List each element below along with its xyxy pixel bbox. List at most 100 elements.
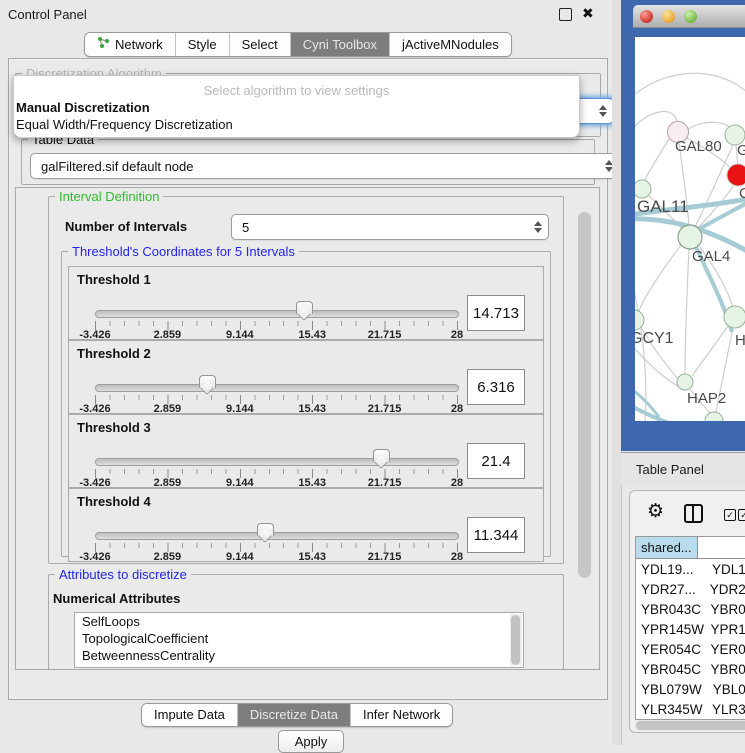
table-panel-title: Table Panel xyxy=(636,462,704,477)
threshold-2-panel: Threshold 2 -3.426 2.859 9.144 xyxy=(68,340,544,414)
tab-infer-network[interactable]: Infer Network xyxy=(350,704,452,726)
table-row[interactable]: YDR27...YDR2... xyxy=(636,579,745,599)
table-row[interactable]: YBL079WYBL0... xyxy=(636,679,745,699)
attributes-list[interactable]: SelfLoops TopologicalCoefficient Between… xyxy=(74,612,524,668)
horizontal-scrollbar[interactable] xyxy=(635,720,745,731)
number-of-intervals-combobox[interactable]: 5 xyxy=(231,214,549,240)
tab-select[interactable]: Select xyxy=(229,33,290,56)
threshold-1-label: Threshold 1 xyxy=(77,272,151,287)
tab-jactivemnodules[interactable]: jActiveMNodules xyxy=(389,33,511,56)
node xyxy=(678,225,702,249)
tab-style[interactable]: Style xyxy=(175,33,229,56)
node-label: GCY1 xyxy=(635,330,674,347)
node xyxy=(677,374,693,390)
tab-style-label: Style xyxy=(188,37,217,52)
table-row[interactable]: YLR345WYLR3... xyxy=(636,699,745,719)
table-header-row: shared... n xyxy=(636,537,745,559)
tab-impute-data-label: Impute Data xyxy=(154,707,225,722)
threshold-3-slider[interactable] xyxy=(95,458,459,466)
panel-title: Control Panel xyxy=(8,7,87,22)
tab-discretize-data-label: Discretize Data xyxy=(250,707,338,722)
threshold-3-value[interactable]: 21.4 xyxy=(467,443,525,479)
threshold-2-value[interactable]: 6.316 xyxy=(467,369,525,405)
node xyxy=(724,306,745,328)
number-of-intervals-label: Number of Intervals xyxy=(65,219,187,234)
threshold-2-thumb[interactable] xyxy=(199,375,216,388)
threshold-4-label: Threshold 4 xyxy=(77,494,151,509)
list-item[interactable]: SelfLoops xyxy=(75,613,523,630)
application-root: Control Panel ✖ Network Style Select Cyn… xyxy=(0,0,745,745)
node-label-partial: H xyxy=(735,332,745,349)
threshold-2-slider[interactable] xyxy=(95,384,459,392)
numerical-attributes-label: Numerical Attributes xyxy=(53,591,180,606)
combo-arrows-icon xyxy=(604,160,612,172)
attributes-title: Attributes to discretize xyxy=(55,567,191,582)
tab-cyni-toolbox-label: Cyni Toolbox xyxy=(303,37,377,52)
slider-tick-labels: -3.426 2.859 9.144 15.43 21.715 28 xyxy=(95,551,457,563)
tab-cyni-toolbox[interactable]: Cyni Toolbox xyxy=(290,33,389,56)
table-data-value: galFiltered.sif default node xyxy=(41,159,193,174)
column-header-shared-name[interactable]: shared... xyxy=(636,537,698,558)
threshold-4-slider[interactable] xyxy=(95,532,459,540)
checkbox-icon[interactable]: ✓ xyxy=(724,509,736,521)
close-icon[interactable]: ✖ xyxy=(582,5,594,22)
menu-item-equal-width-frequency[interactable]: Equal Width/Frequency Discretization xyxy=(14,117,579,132)
vertical-scrollbar[interactable] xyxy=(578,212,591,578)
threshold-4-panel: Threshold 4 -3.426 2.859 9.144 xyxy=(68,488,544,562)
tab-select-label: Select xyxy=(242,37,278,52)
attributes-list-scrollbar[interactable] xyxy=(510,614,522,666)
threshold-3-label: Threshold 3 xyxy=(77,420,151,435)
threshold-4-thumb[interactable] xyxy=(257,523,274,536)
node-selected xyxy=(727,164,745,186)
cyni-toolbox-panel: Discretization Algorithm Table Data galF… xyxy=(8,58,608,700)
threshold-1-panel: Threshold 1 -3.426 2.859 9.144 xyxy=(68,266,544,340)
node-label-partial: C xyxy=(739,185,745,202)
table-row[interactable]: YBR045CYBR0... xyxy=(636,659,745,679)
apply-button[interactable]: Apply xyxy=(278,730,344,753)
tab-network[interactable]: Network xyxy=(85,33,175,56)
node xyxy=(635,180,651,198)
table-row[interactable]: YPR145WYPR1... xyxy=(636,619,745,639)
network-icon xyxy=(97,36,110,52)
table-row[interactable]: YDL19...YDL1... xyxy=(636,559,745,579)
thresholds-group: Threshold's Coordinates for 5 Intervals … xyxy=(61,251,551,557)
threshold-1-thumb[interactable] xyxy=(296,301,313,314)
threshold-3-panel: Threshold 3 -3.426 2.859 9.144 xyxy=(68,414,544,488)
column-header-name[interactable]: n xyxy=(698,537,745,558)
checkbox-icon[interactable]: ✓ xyxy=(738,509,745,521)
tab-impute-data[interactable]: Impute Data xyxy=(142,704,237,726)
mac-zoom-icon[interactable] xyxy=(684,10,697,23)
threshold-1-value[interactable]: 14.713 xyxy=(467,295,525,331)
algorithm-dropdown-popup: Select algorithm to view settings Manual… xyxy=(13,75,580,138)
menu-item-manual-discretization[interactable]: Manual Discretization xyxy=(14,100,579,115)
threshold-4-value[interactable]: 11.344 xyxy=(467,517,525,553)
tab-discretize-data[interactable]: Discretize Data xyxy=(237,704,350,726)
control-panel-titlebar: Control Panel ✖ xyxy=(0,0,612,28)
interval-definition-group: Interval Definition Number of Intervals … xyxy=(48,196,564,564)
column-layout-icon[interactable] xyxy=(684,504,703,523)
node-label: GAL11 xyxy=(637,197,689,216)
mac-close-icon[interactable] xyxy=(640,10,653,23)
control-panel-window: Control Panel ✖ Network Style Select Cyn… xyxy=(0,0,612,745)
node xyxy=(705,412,723,421)
network-window-titlebar[interactable] xyxy=(633,5,745,28)
table-row[interactable]: YBR043CYBR0... xyxy=(636,599,745,619)
mac-minimize-icon[interactable] xyxy=(662,10,675,23)
node-attribute-table[interactable]: shared... n YDL19...YDL1... YDR27...YDR2… xyxy=(635,536,745,720)
gear-icon[interactable]: ⚙ xyxy=(647,502,664,521)
tab-infer-network-label: Infer Network xyxy=(363,707,440,722)
float-window-icon[interactable] xyxy=(559,8,572,21)
list-item[interactable]: TopologicalCoefficient xyxy=(75,630,523,647)
table-row[interactable]: YER054CYER0... xyxy=(636,639,745,659)
thresholds-title: Threshold's Coordinates for 5 Intervals xyxy=(68,244,299,259)
node-label-partial: G xyxy=(737,142,745,159)
threshold-1-slider[interactable] xyxy=(95,310,459,318)
combo-arrows-icon xyxy=(598,105,606,117)
top-tab-bar: Network Style Select Cyni Toolbox jActiv… xyxy=(84,32,512,57)
network-view-canvas[interactable]: GAL80 GAL11 GAL4 GCY1 HAP2 G C H xyxy=(635,37,745,421)
threshold-3-thumb[interactable] xyxy=(373,449,390,462)
table-data-group: Table Data galFiltered.sif default node xyxy=(21,139,595,185)
table-data-combobox[interactable]: galFiltered.sif default node xyxy=(30,153,620,179)
number-of-intervals-value: 5 xyxy=(242,220,249,235)
list-item[interactable]: BetweennessCentrality xyxy=(75,647,523,664)
